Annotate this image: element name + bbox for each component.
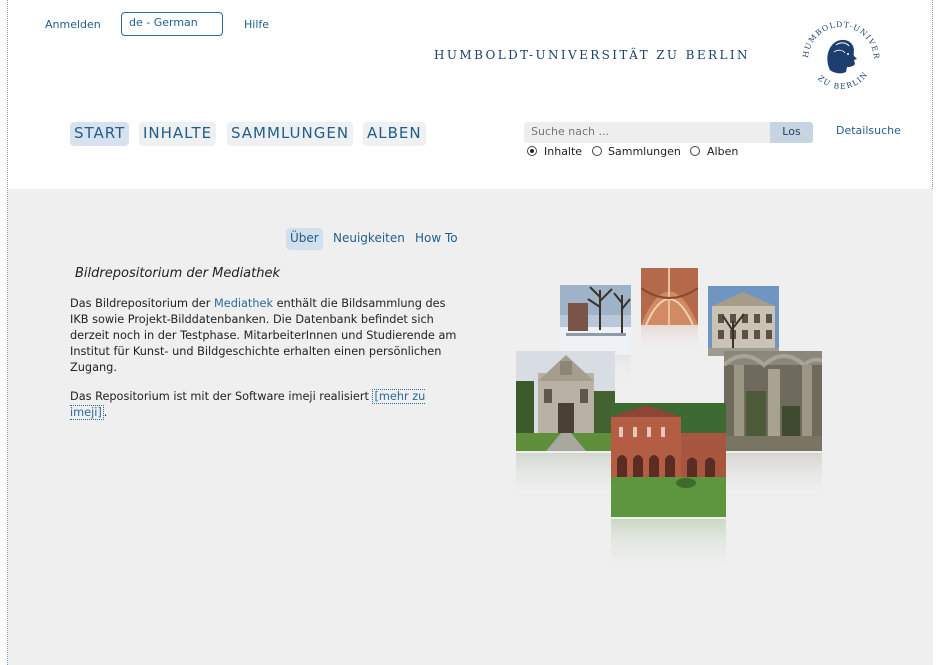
content-title: Bildrepositorium der Mediathek	[75, 266, 281, 281]
login-link[interactable]: Anmelden	[45, 18, 101, 31]
software-paragraph: Das Repositorium ist mit der Software im…	[70, 389, 426, 420]
university-seal-icon[interactable]: HUMBOLDT-UNIVERSITÄT ZU BERLIN	[796, 12, 886, 102]
monastery-courtyard-photo[interactable]	[611, 403, 726, 517]
tab-neuigkeiten[interactable]: Neuigkeiten	[329, 228, 409, 250]
radio-sammlungen-label: Sammlungen	[608, 145, 681, 158]
search-input[interactable]: Suche nach ...	[524, 122, 770, 143]
vaulted-cloister-reflection	[641, 325, 698, 353]
radio-alben[interactable]	[690, 146, 700, 156]
ruin-columns-reflection	[724, 453, 822, 501]
monastery-courtyard-reflection	[611, 519, 726, 574]
help-link[interactable]: Hilfe	[244, 18, 269, 31]
tab-howto[interactable]: How To	[411, 228, 462, 250]
tab-ueber[interactable]: Über	[286, 228, 323, 250]
winter-park-photo[interactable]	[560, 285, 631, 354]
nav-sammlungen[interactable]: SAMMLUNGEN	[227, 122, 354, 146]
ruin-columns-photo[interactable]	[724, 351, 822, 451]
mediathek-link[interactable]: Mediathek	[214, 297, 273, 310]
radio-sammlungen[interactable]	[592, 146, 602, 156]
baroque-church-photo[interactable]	[516, 351, 615, 451]
language-select[interactable]: de - German	[121, 12, 223, 36]
detail-search-link[interactable]: Detailsuche	[836, 124, 901, 137]
baroque-church-reflection	[516, 453, 612, 501]
nav-inhalte[interactable]: INHALTE	[139, 122, 217, 146]
radio-inhalte-label: Inhalte	[544, 145, 583, 158]
radio-alben-label: Alben	[707, 145, 739, 158]
radio-inhalte[interactable]	[527, 146, 537, 156]
university-title: HUMBOLDT-UNIVERSITÄT ZU BERLIN	[434, 48, 750, 62]
search-button[interactable]: Los	[770, 122, 813, 143]
intro-paragraph: Das Bildrepositorium der Mediathek enthä…	[70, 297, 457, 374]
vaulted-cloister-photo[interactable]	[641, 268, 698, 325]
nav-alben[interactable]: ALBEN	[363, 122, 426, 146]
nav-start[interactable]: START	[70, 122, 130, 146]
university-building-photo[interactable]	[708, 286, 779, 356]
